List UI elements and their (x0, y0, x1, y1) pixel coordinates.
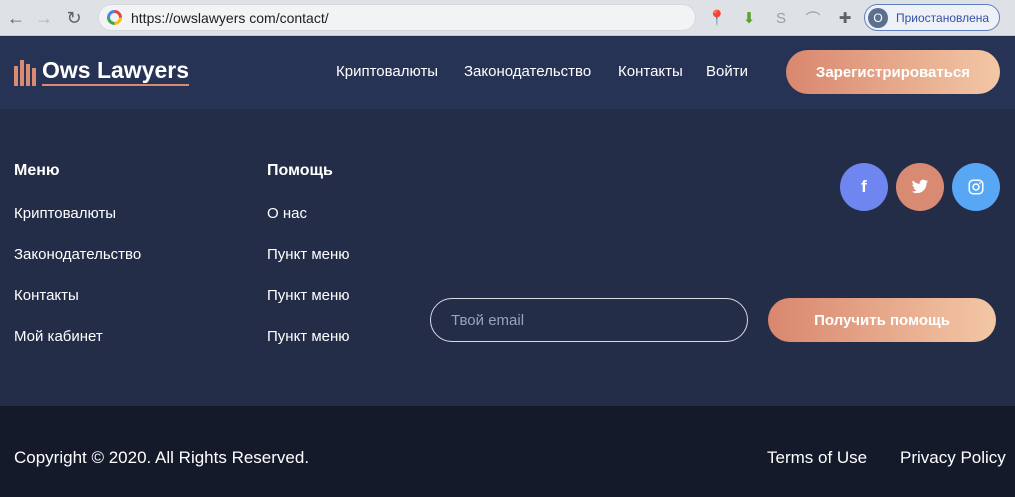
browser-toolbar: ← → ↻ https://owslawyers com/contact/ 📍 … (0, 0, 1015, 36)
copyright-text: Copyright © 2020. All Rights Reserved. (14, 448, 310, 467)
footer-link-menu-item[interactable]: Пункт меню (267, 246, 350, 263)
pin-extension-icon[interactable]: 📍 (708, 8, 727, 28)
footer-link-legislation[interactable]: Законодательство (14, 246, 141, 263)
footer-link-about[interactable]: О нас (267, 205, 307, 222)
register-button[interactable]: Зарегистрироваться (786, 50, 1000, 94)
nav-link-legislation[interactable]: Законодательство (464, 63, 591, 80)
privacy-link[interactable]: Privacy Policy (900, 448, 1006, 468)
terms-link[interactable]: Terms of Use (767, 448, 867, 468)
site-logo[interactable]: Ows Lawyers (14, 57, 190, 86)
email-input[interactable] (430, 298, 748, 342)
footer-link-contacts[interactable]: Контакты (14, 287, 79, 304)
forward-icon[interactable]: → (32, 6, 56, 30)
puzzle-icon[interactable]: ✚ (836, 8, 854, 28)
nav-link-contacts[interactable]: Контакты (618, 63, 683, 80)
facebook-icon[interactable]: f (840, 163, 888, 211)
back-icon[interactable]: ← (4, 6, 28, 30)
instagram-icon[interactable] (952, 163, 1000, 211)
get-help-button[interactable]: Получить помощь (768, 298, 996, 342)
twitter-bird-icon (911, 179, 929, 194)
avatar: O (868, 7, 888, 28)
reload-icon[interactable]: ↻ (62, 6, 86, 30)
address-bar[interactable]: https://owslawyers com/contact/ (98, 4, 696, 31)
nav-link-crypto[interactable]: Криптовалюты (336, 63, 438, 80)
profile-button[interactable]: O Приостановлена (864, 4, 1000, 31)
twitter-icon[interactable] (896, 163, 944, 211)
nav-link-login[interactable]: Войти (706, 63, 748, 80)
vpn-extension-icon[interactable]: ⌒ (804, 8, 822, 28)
books-icon (14, 60, 36, 86)
google-icon (107, 10, 122, 25)
logo-text: Ows Lawyers (42, 57, 190, 86)
sync-extension-icon[interactable]: S (772, 8, 790, 28)
url-text: https://owslawyers com/contact/ (131, 9, 329, 26)
profile-status: Приостановлена (896, 10, 990, 25)
site-header: Ows Lawyers Криптовалюты Законодательств… (0, 37, 1015, 109)
footer-link-menu-item[interactable]: Пункт меню (267, 328, 350, 345)
instagram-glyph-icon (968, 179, 984, 195)
footer-link-menu-item[interactable]: Пункт меню (267, 287, 350, 304)
download-extension-icon[interactable]: ⬇ (740, 8, 758, 28)
menu-column-title: Меню (14, 162, 60, 179)
footer-link-crypto[interactable]: Криптовалюты (14, 205, 116, 222)
footer-link-cabinet[interactable]: Мой кабинет (14, 328, 103, 345)
footer-bottom-bar: Copyright © 2020. All Rights Reserved. T… (0, 406, 1015, 497)
help-column-title: Помощь (267, 162, 333, 179)
